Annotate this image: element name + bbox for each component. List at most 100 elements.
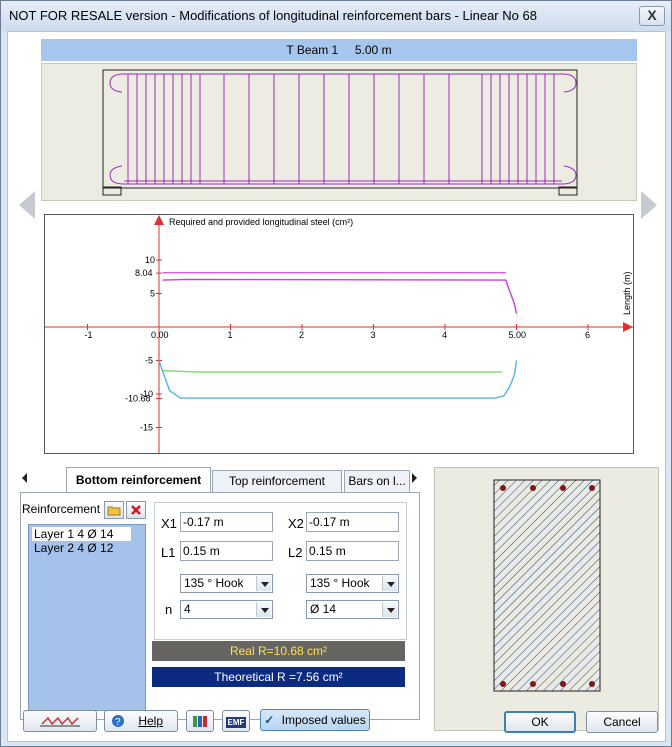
bar-diameter-select[interactable]: Ø 14 bbox=[306, 600, 399, 619]
delete-layer-button[interactable] bbox=[126, 501, 146, 519]
beam-elevation-drawing bbox=[102, 69, 578, 196]
bar-diameter-value: Ø 14 bbox=[310, 602, 337, 616]
x-tick-label: 4 bbox=[442, 330, 447, 340]
chevron-down-icon bbox=[382, 602, 397, 617]
x-tick-label: 2 bbox=[299, 330, 304, 340]
theoretical-area-bar: Theoretical R =7.56 cm² bbox=[152, 667, 405, 687]
layer-list[interactable]: Layer 1 4 Ø 14 Layer 2 4 Ø 12 bbox=[28, 524, 146, 711]
ok-button[interactable]: OK bbox=[504, 711, 576, 733]
reinforcement-label: Reinforcement bbox=[22, 502, 101, 516]
steel-chart-svg: Required and provided longitudinal steel… bbox=[45, 215, 633, 453]
emf-icon: EMF bbox=[225, 717, 247, 728]
x-tick-label: 0.00 bbox=[151, 330, 169, 340]
help-icon: ? bbox=[112, 715, 124, 728]
chart-ticks-group: -1 0.00 1 2 3 4 5.00 6108.045-5-10-10.68-15 bbox=[85, 255, 591, 433]
x-tick-label: 1 bbox=[228, 330, 233, 340]
left-hook-value: 135 ° Hook bbox=[184, 576, 244, 590]
help-label: Help bbox=[138, 714, 164, 728]
list-item[interactable]: Layer 1 4 Ø 14 bbox=[32, 527, 131, 541]
chart-title: Required and provided longitudinal steel… bbox=[169, 217, 353, 227]
cross-section-drawing bbox=[493, 479, 601, 692]
open-folder-button[interactable] bbox=[104, 501, 124, 519]
close-button[interactable]: X bbox=[639, 6, 665, 26]
chevron-down-icon bbox=[256, 576, 271, 591]
dialog-client-area: T Beam 1 5.00 m Required and provided lo… bbox=[7, 31, 666, 742]
tab-scroll-right[interactable] bbox=[412, 473, 417, 483]
section-rebar-dot bbox=[530, 681, 536, 687]
x-tick-label: 5.00 bbox=[509, 330, 527, 340]
real-area-bar: Real R=10.68 cm² bbox=[152, 641, 405, 661]
y-tick-label: -5 bbox=[145, 356, 153, 366]
x-axis-label: Length (m) bbox=[622, 271, 632, 315]
x2-label: X2 bbox=[288, 516, 304, 531]
right-hook-select[interactable]: 135 ° Hook bbox=[306, 574, 399, 593]
y-tick-label: -10.68 bbox=[125, 394, 151, 404]
x1-field[interactable]: -0.17 m bbox=[180, 512, 273, 532]
section-rebar-dot bbox=[589, 681, 595, 687]
tab-bars-on[interactable]: Bars on l... bbox=[344, 470, 410, 492]
chart-series-line-3 bbox=[162, 369, 503, 373]
tab-bottom-reinforcement[interactable]: Bottom reinforcement bbox=[66, 467, 211, 493]
export-emf-button[interactable]: EMF bbox=[222, 710, 250, 732]
stirrups-group bbox=[127, 74, 555, 184]
right-hook-value: 135 ° Hook bbox=[310, 576, 370, 590]
bottom-rebar-left-hook bbox=[109, 165, 125, 185]
diagram-options-button[interactable] bbox=[23, 710, 97, 732]
y-tick-label: 8.04 bbox=[135, 268, 153, 278]
imposed-values-button[interactable]: ✓ Imposed values bbox=[260, 709, 370, 731]
section-outline bbox=[493, 479, 601, 692]
folder-icon bbox=[107, 506, 121, 516]
l2-field[interactable]: 0.15 m bbox=[306, 541, 399, 561]
dialog-window: NOT FOR RESALE version - Modifications o… bbox=[0, 0, 672, 747]
previous-element-arrow[interactable] bbox=[19, 191, 35, 219]
help-button[interactable]: ? Help bbox=[104, 710, 178, 732]
x2-field[interactable]: -0.17 m bbox=[306, 512, 399, 532]
x-tick-label: -1 bbox=[85, 330, 93, 340]
y-tick-label: 10 bbox=[145, 255, 155, 265]
beam-header: T Beam 1 5.00 m bbox=[41, 39, 637, 61]
l1-label: L1 bbox=[161, 545, 176, 560]
chart-lines-group bbox=[158, 272, 518, 399]
x-tick-label: 3 bbox=[371, 330, 376, 340]
tab-top-reinforcement[interactable]: Top reinforcement bbox=[212, 470, 342, 492]
x-tick-label: 6 bbox=[585, 330, 590, 340]
n-label: n bbox=[165, 602, 173, 617]
reinforcement-tabs: Bottom reinforcement Top reinforcement B… bbox=[20, 467, 420, 493]
next-element-arrow[interactable] bbox=[641, 191, 657, 219]
top-rebar bbox=[124, 73, 577, 93]
beam-elevation-view bbox=[41, 63, 637, 201]
cancel-button[interactable]: Cancel bbox=[586, 711, 658, 733]
diagram-icon bbox=[40, 716, 80, 727]
chevron-down-icon bbox=[256, 602, 271, 617]
section-rebar-dot bbox=[500, 681, 506, 687]
beam-outline bbox=[102, 69, 578, 189]
list-item[interactable]: Layer 2 4 Ø 12 bbox=[32, 541, 115, 555]
section-rebar-dot bbox=[589, 485, 595, 491]
left-hook-select[interactable]: 135 ° Hook bbox=[180, 574, 273, 593]
y-tick-label: -15 bbox=[140, 423, 153, 433]
l1-field[interactable]: 0.15 m bbox=[180, 541, 273, 561]
title-bar: NOT FOR RESALE version - Modifications o… bbox=[1, 1, 671, 31]
bar-count-select[interactable]: 4 bbox=[180, 600, 273, 619]
x1-label: X1 bbox=[161, 516, 177, 531]
l2-label: L2 bbox=[288, 545, 303, 560]
bar-count-value: 4 bbox=[184, 602, 191, 616]
y-axis-arrowhead bbox=[154, 215, 164, 225]
color-settings-button[interactable] bbox=[186, 710, 214, 732]
palette-icon bbox=[193, 716, 207, 727]
section-rebar-dot bbox=[530, 485, 536, 491]
steel-chart: Required and provided longitudinal steel… bbox=[44, 214, 634, 454]
cross-section-view bbox=[434, 467, 659, 731]
tab-scroll-left[interactable] bbox=[22, 473, 27, 483]
section-rebar-dot bbox=[500, 485, 506, 491]
section-rebar-dot bbox=[560, 681, 566, 687]
chevron-down-icon bbox=[382, 576, 397, 591]
x-axis-arrowhead bbox=[623, 322, 633, 332]
check-icon: ✓ bbox=[264, 713, 275, 727]
window-title: NOT FOR RESALE version - Modifications o… bbox=[9, 8, 537, 23]
svg-text:?: ? bbox=[115, 717, 121, 728]
y-tick-label: 5 bbox=[150, 289, 155, 299]
layer-parameters: X1 -0.17 m X2 -0.17 m L1 0.15 m L2 0.15 … bbox=[154, 502, 407, 640]
chart-series-line-1 bbox=[162, 278, 518, 314]
imposed-values-label: Imposed values bbox=[281, 713, 366, 727]
